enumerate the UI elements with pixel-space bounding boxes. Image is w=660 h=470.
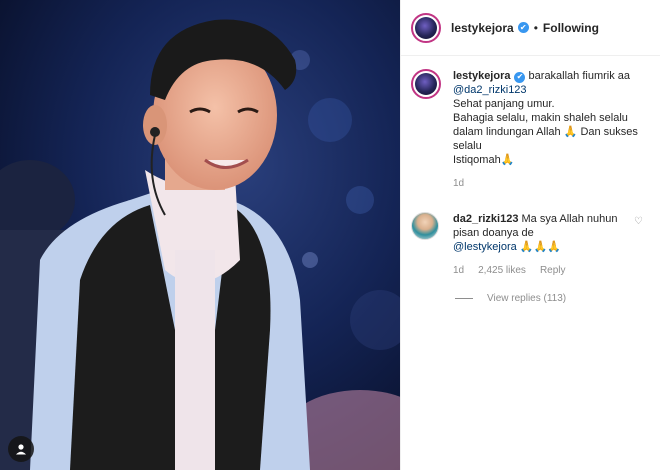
- caption-line1: barakallah fiumrik aa: [525, 70, 631, 82]
- caption-text: lestykejora ✔ barakallah fiumrik aa @da2_…: [453, 69, 643, 167]
- verified-badge-icon: ✔: [517, 22, 529, 33]
- reply-text2: 🙏🙏🙏: [516, 241, 561, 253]
- caption-time[interactable]: 1d: [453, 177, 464, 191]
- verified-badge-icon: ✔: [514, 71, 526, 83]
- reply-button[interactable]: Reply: [540, 264, 566, 278]
- post-side-panel: lestykejora ✔ • Following lestykejora ✔ b…: [400, 0, 660, 470]
- caption-line3: Bahagia selalu, makin shaleh selalu dala…: [453, 112, 638, 152]
- reply-likes[interactable]: 2,425 likes: [478, 264, 526, 278]
- view-replies-button[interactable]: View replies (113): [455, 293, 566, 304]
- author-avatar[interactable]: [411, 12, 441, 43]
- caption-line4: Istiqomah🙏: [453, 154, 515, 166]
- header-separator: •: [533, 20, 538, 35]
- caption-comment: lestykejora ✔ barakallah fiumrik aa @da2_…: [411, 69, 651, 191]
- post-header: lestykejora ✔ • Following: [401, 0, 660, 56]
- reply-mention[interactable]: @lestykejora: [453, 241, 517, 253]
- caption-avatar[interactable]: [411, 69, 441, 99]
- post-photo[interactable]: [0, 0, 400, 470]
- reply-text: da2_rizki123 Ma sya Allah nuhun pisan do…: [453, 212, 643, 254]
- commenter-username[interactable]: da2_rizki123: [453, 213, 518, 225]
- view-replies-label[interactable]: View replies (113): [487, 293, 566, 304]
- author-username[interactable]: lestykejora: [451, 21, 514, 35]
- caption-line2: Sehat panjang umur.: [453, 98, 555, 110]
- caption-mention[interactable]: @da2_rizki123: [453, 84, 527, 96]
- view-replies-line: [455, 298, 473, 299]
- user-tag-icon[interactable]: [8, 436, 34, 462]
- photo-illustration: [0, 0, 400, 470]
- reply-time[interactable]: 1d: [453, 264, 464, 278]
- heart-icon[interactable]: ♡: [634, 216, 643, 227]
- caption-meta: 1d: [453, 177, 643, 191]
- reply-comment: da2_rizki123 Ma sya Allah nuhun pisan do…: [411, 212, 651, 278]
- commenter-avatar[interactable]: [411, 212, 439, 240]
- caption-username[interactable]: lestykejora: [453, 70, 510, 82]
- reply-meta: 1d 2,425 likes Reply: [453, 264, 643, 278]
- following-button[interactable]: Following: [543, 21, 599, 35]
